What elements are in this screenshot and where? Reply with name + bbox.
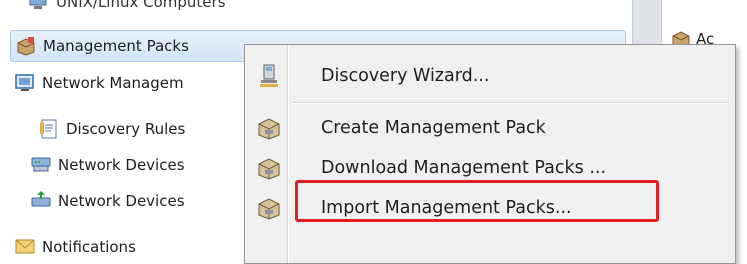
management-pack-icon: [249, 188, 289, 228]
tree-item-discovery-rules[interactable]: Discovery Rules: [38, 114, 185, 144]
network-devices-icon: [30, 154, 52, 176]
highlight-box: [295, 180, 659, 222]
tree-item-network-management[interactable]: Network Managem: [14, 68, 184, 98]
network-management-icon: [14, 72, 36, 94]
menu-item-discovery-wizard[interactable]: Discovery Wizard...: [249, 56, 731, 96]
computers-icon: [28, 0, 50, 13]
context-menu: Discovery Wizard... Create Management Pa…: [244, 44, 736, 264]
tree-item-label: Network Devices: [58, 192, 185, 210]
menu-separator: [293, 102, 729, 104]
network-devices-pending-icon: [30, 190, 52, 212]
tree-item-label: Discovery Rules: [66, 120, 186, 138]
tree-item-network-devices[interactable]: Network Devices: [30, 150, 185, 180]
tree-item-label: UNIX/Linux Computers: [56, 0, 226, 11]
menu-item-label: Download Management Packs ...: [321, 158, 607, 178]
tree-item-label: Network Managem: [42, 74, 184, 92]
management-pack-icon: [249, 108, 289, 148]
menu-item-label: Discovery Wizard...: [321, 66, 490, 86]
menu-item-create-management-pack[interactable]: Create Management Pack: [249, 108, 731, 148]
management-packs-icon: [15, 35, 37, 57]
tree-item-label: Network Devices: [58, 156, 185, 174]
tree-item-unix-linux-computers[interactable]: UNIX/Linux Computers: [28, 0, 226, 17]
tree-item-label: Notifications: [42, 238, 136, 256]
discovery-wizard-icon: [249, 56, 289, 96]
tree-item-network-devices-pending[interactable]: Network Devices: [30, 186, 185, 216]
tree-item-notifications[interactable]: Notifications: [14, 232, 136, 262]
menu-item-label: Create Management Pack: [321, 118, 546, 138]
management-pack-icon: [249, 148, 289, 188]
discovery-rules-icon: [38, 118, 60, 140]
tree-item-label: Management Packs: [43, 37, 189, 55]
notifications-icon: [14, 236, 36, 258]
